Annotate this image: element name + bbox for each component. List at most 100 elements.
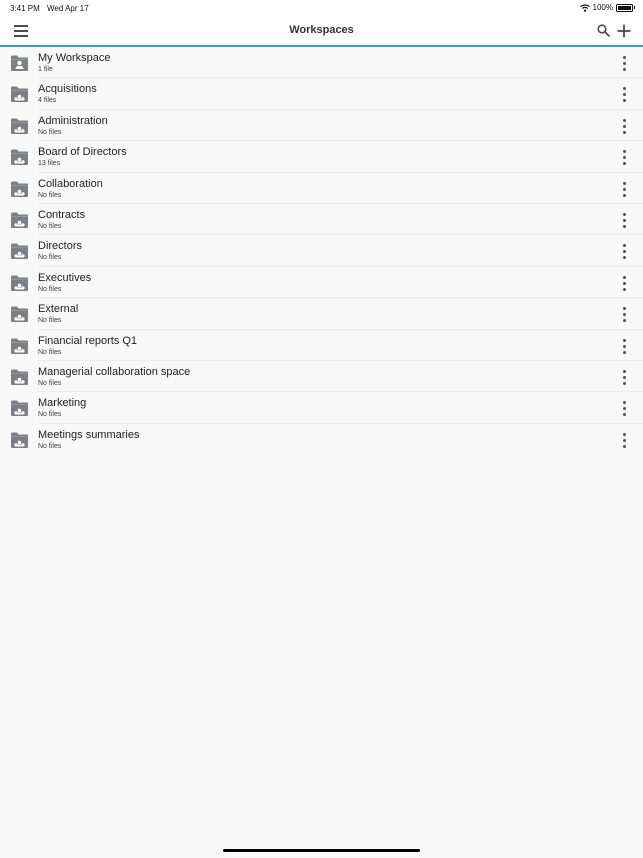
shared-folder-icon bbox=[11, 212, 28, 228]
home-indicator[interactable] bbox=[223, 849, 420, 852]
more-dot bbox=[622, 162, 626, 166]
more-options-button[interactable] bbox=[619, 338, 629, 354]
more-options-button[interactable] bbox=[619, 401, 629, 417]
more-dot bbox=[622, 224, 626, 228]
shared-folder-icon bbox=[11, 181, 28, 197]
workspace-row-collaboration[interactable]: Collaboration No files bbox=[0, 173, 643, 205]
workspace-row-directors[interactable]: Directors No files bbox=[0, 235, 643, 268]
workspace-file-count: No files bbox=[38, 191, 62, 199]
more-options-button[interactable] bbox=[619, 432, 629, 448]
status-date: Wed Apr 17 bbox=[47, 4, 89, 13]
more-options-button[interactable] bbox=[619, 307, 629, 323]
more-options-button[interactable] bbox=[619, 150, 629, 166]
workspace-file-count: 13 files bbox=[38, 160, 61, 168]
more-dot bbox=[622, 218, 626, 222]
workspace-file-count: No files bbox=[38, 285, 62, 293]
workspace-file-count: No files bbox=[38, 222, 62, 230]
more-dot bbox=[622, 124, 626, 128]
more-dot bbox=[622, 369, 626, 373]
more-options-button[interactable] bbox=[619, 181, 629, 197]
status-time: 3:41 PM bbox=[10, 4, 40, 13]
workspace-row-contracts[interactable]: Contracts No files bbox=[0, 204, 643, 236]
workspace-name: Executives bbox=[38, 271, 92, 284]
status-right: 100% bbox=[579, 3, 635, 12]
workspace-name: External bbox=[38, 303, 79, 316]
personal-folder-icon bbox=[11, 55, 28, 71]
workspace-row-administration[interactable]: Administration No files bbox=[0, 110, 643, 142]
more-dot bbox=[622, 281, 626, 285]
shared-folder-icon bbox=[11, 306, 28, 323]
more-options-button[interactable] bbox=[619, 56, 629, 71]
more-dot bbox=[622, 62, 626, 65]
more-dot bbox=[622, 193, 626, 197]
wifi-icon bbox=[579, 3, 590, 12]
more-dot bbox=[622, 275, 626, 279]
more-dot bbox=[622, 181, 626, 185]
more-options-button[interactable] bbox=[619, 275, 629, 291]
workspace-name: My Workspace bbox=[38, 52, 111, 64]
search-icon bbox=[597, 24, 610, 37]
more-dot bbox=[622, 187, 626, 191]
shared-folder-icon bbox=[11, 432, 28, 448]
more-dot bbox=[622, 87, 626, 91]
shared-folder-icon bbox=[11, 118, 28, 134]
status-bar: 3:41 PM Wed Apr 17 100% bbox=[0, 0, 643, 16]
more-dot bbox=[622, 93, 626, 97]
workspace-row-meetings-summaries[interactable]: Meetings summaries No files bbox=[0, 424, 643, 455]
more-dot bbox=[622, 287, 626, 291]
workspace-file-count: 1 file bbox=[38, 66, 53, 73]
workspace-file-count: No files bbox=[38, 317, 62, 325]
more-dot bbox=[622, 68, 626, 71]
more-dot bbox=[622, 319, 626, 323]
more-dot bbox=[622, 130, 626, 134]
workspace-row-external[interactable]: External No files bbox=[0, 298, 643, 330]
workspace-name: Board of Directors bbox=[38, 146, 127, 159]
shared-folder-icon bbox=[11, 400, 28, 417]
more-dot bbox=[622, 407, 626, 411]
workspace-list: My Workspace 1 file Acquisitions 4 files… bbox=[0, 47, 643, 455]
more-dot bbox=[622, 118, 626, 122]
workspace-file-count: 4 files bbox=[38, 97, 57, 105]
add-workspace-button[interactable] bbox=[616, 23, 632, 39]
more-options-button[interactable] bbox=[619, 212, 629, 228]
more-dot bbox=[622, 375, 626, 379]
workspace-name: Administration bbox=[38, 114, 108, 127]
page-title: Workspaces bbox=[289, 24, 354, 36]
more-dot bbox=[622, 99, 626, 103]
more-options-button[interactable] bbox=[619, 369, 629, 385]
shared-folder-icon bbox=[11, 369, 28, 385]
more-dot bbox=[622, 344, 626, 348]
workspace-row-managerial-collaboration-space[interactable]: Managerial collaboration space No files bbox=[0, 361, 643, 393]
battery-icon bbox=[616, 3, 635, 12]
workspace-file-count: No files bbox=[38, 411, 62, 419]
more-dot bbox=[622, 438, 626, 442]
search-button[interactable] bbox=[597, 24, 610, 37]
workspace-name: Managerial collaboration space bbox=[38, 365, 191, 378]
more-dot bbox=[622, 250, 626, 254]
more-options-button[interactable] bbox=[619, 244, 629, 260]
more-options-button[interactable] bbox=[619, 87, 629, 103]
workspace-name: Meetings summaries bbox=[38, 428, 140, 441]
shared-folder-icon bbox=[11, 149, 28, 166]
workspace-name: Directors bbox=[38, 240, 83, 253]
more-dot bbox=[622, 212, 626, 216]
more-dot bbox=[622, 350, 626, 354]
workspace-row-financial-reports-q1[interactable]: Financial reports Q1 No files bbox=[0, 330, 643, 362]
shared-folder-icon bbox=[11, 86, 28, 103]
workspace-row-board-of-directors[interactable]: Board of Directors 13 files bbox=[0, 141, 643, 173]
plus-icon bbox=[617, 24, 631, 38]
more-dot bbox=[622, 401, 626, 405]
workspace-row-executives[interactable]: Executives No files bbox=[0, 267, 643, 299]
workspace-row-my-workspace[interactable]: My Workspace 1 file bbox=[0, 47, 643, 79]
workspace-file-count: No files bbox=[38, 254, 62, 262]
workspace-name: Financial reports Q1 bbox=[38, 334, 138, 347]
more-dot bbox=[622, 313, 626, 317]
nav-bar: Workspaces bbox=[0, 16, 643, 47]
more-dot bbox=[622, 307, 626, 311]
shared-folder-icon bbox=[11, 243, 28, 260]
workspace-row-marketing[interactable]: Marketing No files bbox=[0, 392, 643, 425]
more-dot bbox=[622, 150, 626, 154]
workspace-row-acquisitions[interactable]: Acquisitions 4 files bbox=[0, 78, 643, 111]
more-options-button[interactable] bbox=[619, 118, 629, 134]
workspace-file-count: No files bbox=[38, 348, 62, 356]
